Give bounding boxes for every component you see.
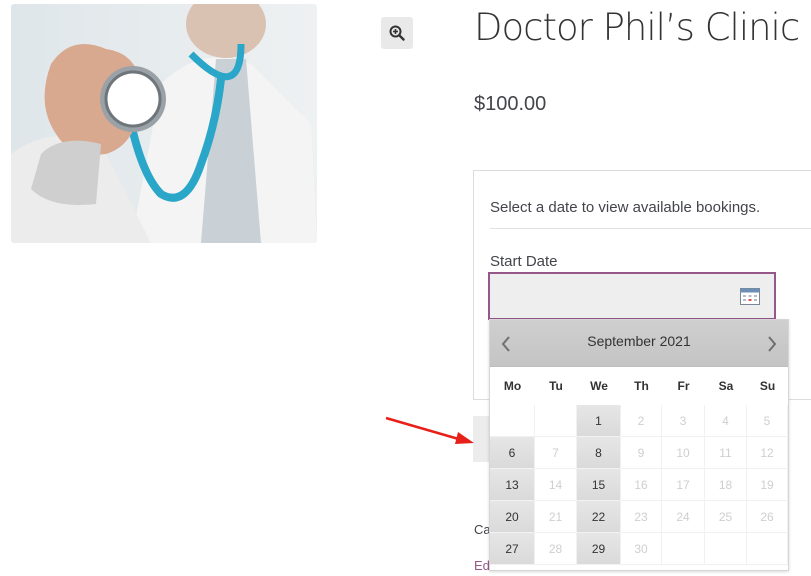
day-cell-empty xyxy=(490,405,535,437)
annotation-arrow-icon xyxy=(385,416,474,444)
day-cell-empty xyxy=(662,533,705,565)
day-cell-unavailable: 30 xyxy=(621,533,662,565)
day-cell-available[interactable]: 15 xyxy=(577,469,621,501)
day-cell-unavailable: 23 xyxy=(621,501,662,533)
day-cell-unavailable: 11 xyxy=(705,437,747,469)
day-cell-available[interactable]: 29 xyxy=(577,533,621,565)
booking-message: Select a date to view available bookings… xyxy=(490,199,761,216)
day-cell-unavailable: 18 xyxy=(705,469,747,501)
day-cell-unavailable: 2 xyxy=(621,405,662,437)
day-cell-available[interactable]: 6 xyxy=(490,437,535,469)
day-cell-unavailable: 4 xyxy=(705,405,747,437)
day-cell-available[interactable]: 1 xyxy=(577,405,621,437)
day-cell-unavailable: 21 xyxy=(535,501,577,533)
day-cell-available[interactable]: 27 xyxy=(490,533,535,565)
weekday-header: Tu xyxy=(549,378,563,393)
weekday-header: We xyxy=(590,378,608,393)
day-cell-unavailable: 24 xyxy=(662,501,705,533)
day-cell-unavailable: 7 xyxy=(535,437,577,469)
product-image[interactable] xyxy=(11,4,317,243)
chevron-right-icon xyxy=(768,336,777,352)
datepicker-month-label: September 2021 xyxy=(587,333,691,349)
zoom-in-icon xyxy=(389,25,405,41)
day-cell-empty xyxy=(747,533,788,565)
weekday-header: Sa xyxy=(718,378,734,393)
datepicker-header: September 2021 xyxy=(490,320,788,367)
day-cell-unavailable: 26 xyxy=(747,501,788,533)
day-cell-available[interactable]: 20 xyxy=(490,501,535,533)
product-price: $100.00 xyxy=(474,93,547,115)
day-cell-unavailable: 5 xyxy=(747,405,788,437)
datepicker-grid: Mo Tu We Th Fr Sa Su 1 2 3 4 5 6 7 8 9 10 11 12 13 14 15 16 17 1… xyxy=(490,366,788,565)
day-cell-unavailable: 10 xyxy=(662,437,705,469)
day-cell-unavailable: 19 xyxy=(747,469,788,501)
day-cell-unavailable: 16 xyxy=(621,469,662,501)
weekday-header: Th xyxy=(634,378,649,393)
weekday-header: Mo xyxy=(503,378,522,393)
day-cell-available[interactable]: 22 xyxy=(577,501,621,533)
day-cell-unavailable: 3 xyxy=(662,405,705,437)
day-cell-unavailable: 25 xyxy=(705,501,747,533)
zoom-button[interactable] xyxy=(381,17,413,49)
product-title: Doctor Phil’s Clinic xyxy=(474,6,800,49)
next-month-button[interactable] xyxy=(762,332,782,356)
start-date-label: Start Date xyxy=(490,253,558,270)
day-cell-unavailable: 28 xyxy=(535,533,577,565)
day-cell-available[interactable]: 13 xyxy=(490,469,535,501)
day-cell-empty xyxy=(535,405,577,437)
weekday-header: Fr xyxy=(677,378,690,393)
weekday-header: Su xyxy=(759,378,776,393)
divider xyxy=(490,228,811,229)
day-cell-unavailable: 17 xyxy=(662,469,705,501)
day-cell-empty xyxy=(705,533,747,565)
datepicker-popup: September 2021 Mo Tu We Th Fr Sa Su 1 2 3 4 5 6 7 8 9 10… xyxy=(489,319,789,571)
day-cell-unavailable: 14 xyxy=(535,469,577,501)
day-cell-available[interactable]: 8 xyxy=(577,437,621,469)
calendar-icon[interactable] xyxy=(740,287,760,305)
day-cell-unavailable: 9 xyxy=(621,437,662,469)
day-cell-unavailable: 12 xyxy=(747,437,788,469)
start-date-input[interactable] xyxy=(488,272,776,320)
